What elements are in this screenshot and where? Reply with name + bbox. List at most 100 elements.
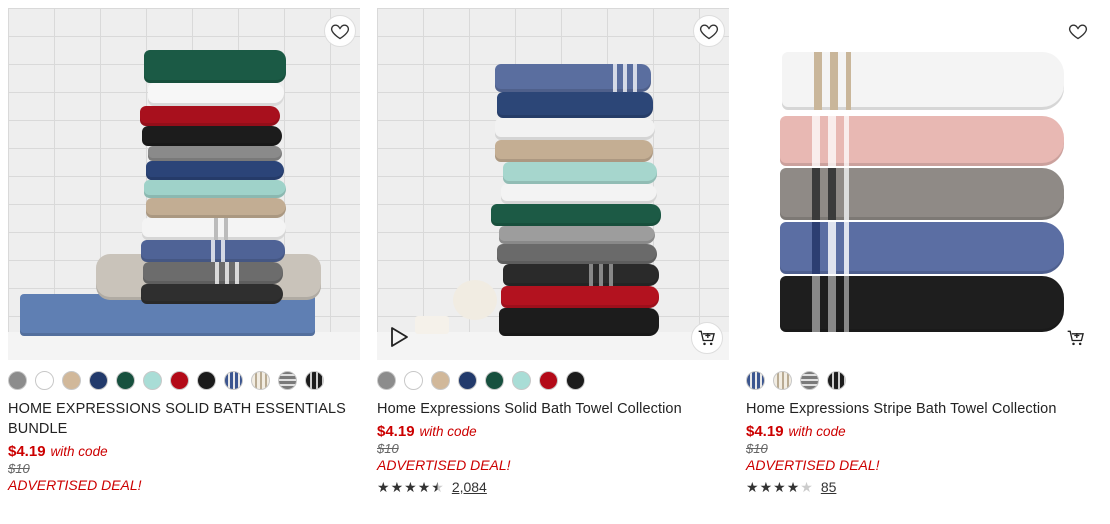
star-icon: ★ [377,479,390,495]
star-icon: ★ [759,479,773,495]
sale-price: $4.19 [8,443,46,460]
color-swatches [746,370,1098,390]
swatch-stripe-cream[interactable] [773,370,792,390]
soap-graphic [415,316,449,334]
play-video-button[interactable] [383,322,413,352]
original-price: $10 [377,441,399,456]
price-row: $4.19 with code [377,423,729,440]
swatch-stripe-navy[interactable] [746,370,765,390]
towel-graphic [503,162,657,184]
towel-graphic [495,140,653,162]
towel-graphic [144,50,286,83]
star-icon: ★ [773,479,786,495]
color-swatches [8,370,360,390]
towel-graphic [780,116,1064,166]
product-image[interactable] [377,8,729,360]
add-to-cart-icon [1067,330,1084,346]
swatch-tan[interactable] [431,370,450,390]
deal-badge: ADVERTISED DEAL! [746,457,880,473]
swatch-green[interactable] [116,370,135,390]
towel-graphic [501,286,659,308]
swatch-tan[interactable] [62,370,81,390]
towel-graphic [142,126,282,146]
star-icon: ★ [390,479,404,495]
swatch-stripe-grey[interactable] [800,370,819,390]
add-to-cart-button[interactable] [1060,322,1092,354]
sale-price: $4.19 [746,423,784,440]
add-to-cart-button[interactable] [691,322,723,354]
star-rating: ★ ★ ★ ★ ★ [746,480,813,494]
favorite-button[interactable] [324,15,356,47]
swatch-grey[interactable] [377,370,396,390]
rating-row[interactable]: ★ ★ ★ ★ ★ 85 [746,479,1098,495]
product-title[interactable]: HOME EXPRESSIONS SOLID BATH ESSENTIALS B… [8,399,360,439]
towel-graphic [501,184,657,204]
favorite-button[interactable] [1062,15,1094,47]
sale-price: $4.19 [377,423,415,440]
towel-graphic [491,204,661,226]
price-note: with code [50,444,108,459]
product-card[interactable]: Home Expressions Stripe Bath Towel Colle… [746,8,1098,518]
review-count[interactable]: 85 [821,479,837,495]
empty-star-icon: ★ [800,479,813,495]
rating-row[interactable]: ★ ★ ★ ★ ★ 2,084 [377,479,729,495]
swatch-black[interactable] [566,370,585,390]
swatch-stripe-navy[interactable] [224,370,243,390]
towel-graphic [503,264,659,286]
original-price: $10 [8,461,30,476]
swatch-navy[interactable] [458,370,477,390]
swatch-white[interactable] [404,370,423,390]
price-note: with code [419,424,477,439]
product-image[interactable] [746,8,1098,360]
towel-graphic [146,161,284,180]
heart-icon [330,24,350,40]
towel-graphic [499,308,659,336]
swatch-grey[interactable] [8,370,27,390]
star-icon: ★ [404,479,417,495]
deal-badge: ADVERTISED DEAL! [8,477,142,493]
towel-graphic [148,146,282,161]
towel-graphic [144,180,286,198]
towel-graphic [146,198,286,218]
swatch-navy[interactable] [89,370,108,390]
heart-icon [1068,24,1088,40]
product-card[interactable]: HOME EXPRESSIONS SOLID BATH ESSENTIALS B… [8,8,360,518]
favorite-button[interactable] [693,15,725,47]
swatch-stripe-grey[interactable] [278,370,297,390]
towel-graphic [780,168,1064,220]
half-star-icon: ★ [431,479,444,495]
swatch-aqua[interactable] [143,370,162,390]
swatch-red[interactable] [170,370,189,390]
swatch-stripe-black[interactable] [305,370,324,390]
product-title[interactable]: Home Expressions Solid Bath Towel Collec… [377,399,729,419]
towel-graphic [495,118,655,140]
swatch-white[interactable] [35,370,54,390]
swatch-stripe-black[interactable] [827,370,846,390]
towel-graphic [499,226,655,244]
swatch-stripe-cream[interactable] [251,370,270,390]
product-image[interactable] [8,8,360,360]
star-icon: ★ [746,479,759,495]
product-title[interactable]: Home Expressions Stripe Bath Towel Colle… [746,399,1098,419]
star-icon: ★ [786,479,800,495]
star-rating: ★ ★ ★ ★ ★ [377,480,444,494]
swatch-red[interactable] [539,370,558,390]
swatch-aqua[interactable] [512,370,531,390]
product-card[interactable]: Home Expressions Solid Bath Towel Collec… [377,8,729,518]
heart-icon [699,24,719,40]
towel-graphic [780,276,1064,332]
towel-graphic [140,106,280,126]
towel-graphic [143,262,283,284]
play-icon [391,327,408,347]
towel-graphic [142,218,286,240]
towel-graphic [141,284,283,304]
swatch-black[interactable] [197,370,216,390]
towel-graphic [782,52,1064,110]
swatch-green[interactable] [485,370,504,390]
review-count[interactable]: 2,084 [452,479,487,495]
loofah-graphic [453,280,497,320]
counter-surface [8,332,360,360]
deal-badge: ADVERTISED DEAL! [377,457,511,473]
towel-graphic [497,244,657,264]
price-row: $4.19 with code [746,423,1098,440]
